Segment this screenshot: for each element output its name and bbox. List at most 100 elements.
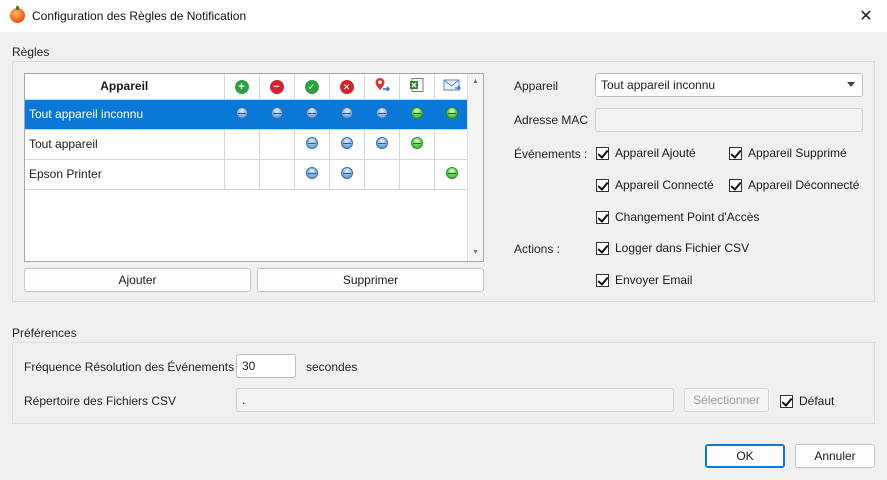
frequency-unit: secondes [306,360,358,374]
select-directory-button[interactable]: Sélectionner [684,388,769,412]
csv-log-icon [409,77,423,92]
column-header-csv[interactable] [399,74,435,100]
rule-cell-location[interactable] [364,159,400,190]
mac-label: Adresse MAC [514,113,589,127]
rule-cell-csv[interactable] [399,99,435,130]
csv-dir-field[interactable]: . [236,388,674,412]
ok-button[interactable]: OK [705,444,785,468]
event-ap-change-checkbox[interactable]: Changement Point d'Accès [596,210,759,224]
rule-cell-csv[interactable] [399,129,435,160]
close-button[interactable]: ✕ [853,4,879,28]
email-icon [443,79,461,91]
mac-field[interactable] [595,108,863,132]
table-header-row: Appareil + − ✓ ✕ [25,74,483,100]
status-dot-blue-icon [340,166,353,179]
column-header-added[interactable]: + [224,74,260,100]
app-logo-icon [10,6,25,23]
remove-icon: − [269,79,284,94]
checkbox-box[interactable] [780,394,793,408]
checkbox-label: Appareil Déconnecté [748,178,860,192]
status-dot-blue-icon [375,106,388,119]
rule-cell-email[interactable] [434,129,470,160]
column-header-device[interactable]: Appareil [25,74,225,100]
column-header-removed[interactable]: − [259,74,295,100]
chevron-down-icon [847,82,855,87]
column-header-disconnected[interactable]: ✕ [329,74,365,100]
status-dot-green-icon [445,166,458,179]
rule-cell-email[interactable] [434,99,470,130]
table-row[interactable]: Tout appareil [25,129,483,160]
checkbox-label: Changement Point d'Accès [615,210,760,224]
checkbox-box[interactable] [729,146,742,160]
status-dot-blue-icon [305,136,318,149]
rule-cell-connected[interactable] [294,129,330,160]
rule-cell-location[interactable] [364,129,400,160]
delete-rule-button[interactable]: Supprimer [257,268,484,292]
rule-cell-removed[interactable] [259,99,295,130]
rule-cell-disconnected[interactable] [329,129,365,160]
rule-cell-removed[interactable] [259,129,295,160]
device-select[interactable]: Tout appareil inconnu [595,73,863,97]
rule-cell-connected[interactable] [294,99,330,130]
rule-cell-disconnected[interactable] [329,99,365,130]
status-dot-green-icon [445,106,458,119]
rule-cell-csv[interactable] [399,159,435,190]
connected-icon: ✓ [304,79,319,94]
rule-device-name[interactable]: Epson Printer [25,159,225,190]
frequency-label: Fréquence Résolution des Événements [24,360,235,374]
checkbox-box[interactable] [729,178,742,192]
table-scrollbar[interactable]: ▲ ▼ [467,74,483,261]
column-header-location[interactable] [364,74,400,100]
rule-cell-added[interactable] [224,129,260,160]
table-row[interactable]: Epson Printer [25,159,483,190]
device-select-value: Tout appareil inconnu [601,78,716,92]
rule-cell-removed[interactable] [259,159,295,190]
add-icon: + [234,79,249,94]
status-dot-green-icon [410,136,423,149]
event-disconnected-checkbox[interactable]: Appareil Déconnecté [729,178,859,192]
table-row[interactable]: Tout appareil inconnu [25,99,483,130]
events-label: Événements : [514,147,588,161]
event-removed-checkbox[interactable]: Appareil Supprimé [729,146,847,160]
column-header-connected[interactable]: ✓ [294,74,330,100]
rule-cell-email[interactable] [434,159,470,190]
scroll-down-arrow-icon[interactable]: ▼ [468,246,483,260]
rule-cell-added[interactable] [224,99,260,130]
disconnected-icon: ✕ [339,79,354,94]
action-email-checkbox[interactable]: Envoyer Email [596,273,692,287]
checkbox-label: Défaut [799,394,835,408]
action-csv-checkbox[interactable]: Logger dans Fichier CSV [596,241,749,255]
title-bar: Configuration des Règles de Notification… [0,0,887,32]
status-dot-blue-icon [375,136,388,149]
checkbox-box[interactable] [596,241,609,255]
rule-device-name[interactable]: Tout appareil [25,129,225,160]
rule-device-name[interactable]: Tout appareil inconnu [25,99,225,130]
column-header-email[interactable] [434,74,470,100]
rule-cell-connected[interactable] [294,159,330,190]
window-title: Configuration des Règles de Notification [32,9,247,23]
add-rule-button[interactable]: Ajouter [24,268,251,292]
checkbox-box[interactable] [596,210,609,224]
checkbox-box[interactable] [596,273,609,287]
event-connected-checkbox[interactable]: Appareil Connecté [596,178,714,192]
scroll-up-arrow-icon[interactable]: ▲ [468,75,483,89]
checkbox-label: Appareil Supprimé [748,146,847,160]
rule-cell-disconnected[interactable] [329,159,365,190]
rule-cell-added[interactable] [224,159,260,190]
status-dot-blue-icon [340,136,353,149]
default-dir-checkbox[interactable]: Défaut [780,394,834,408]
checkbox-label: Appareil Ajouté [615,146,696,160]
actions-label: Actions : [514,242,561,256]
csv-dir-label: Répertoire des Fichiers CSV [24,394,177,408]
location-change-icon [375,77,390,92]
device-label: Appareil [514,79,559,93]
checkbox-box[interactable] [596,146,609,160]
checkbox-box[interactable] [596,178,609,192]
checkbox-label: Appareil Connecté [615,178,714,192]
status-dot-blue-icon [270,106,283,119]
cancel-button[interactable]: Annuler [795,444,875,468]
frequency-input[interactable]: 30 [236,354,296,378]
event-added-checkbox[interactable]: Appareil Ajouté [596,146,696,160]
rule-cell-location[interactable] [364,99,400,130]
status-dot-blue-icon [340,106,353,119]
